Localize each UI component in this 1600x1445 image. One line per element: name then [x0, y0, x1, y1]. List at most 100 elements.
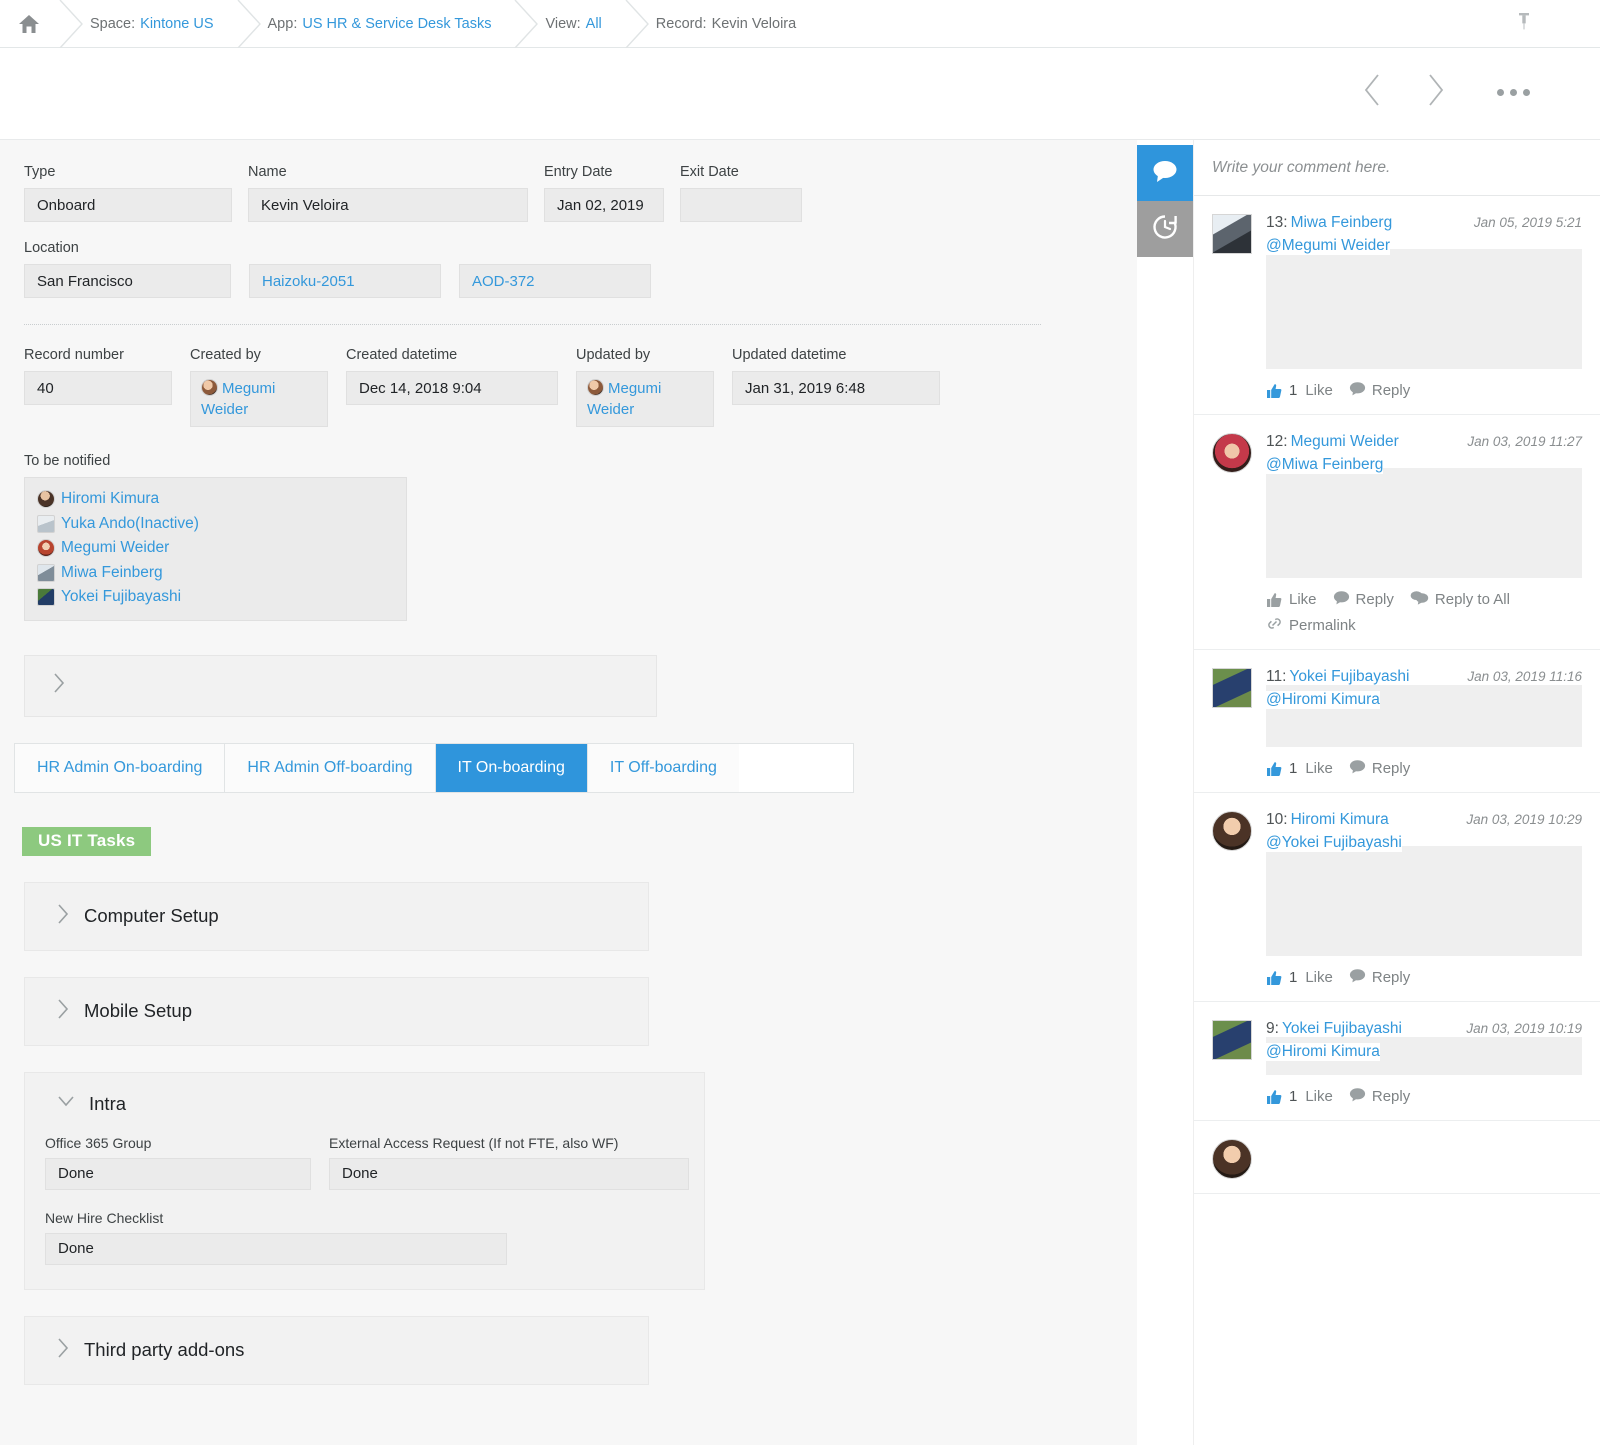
- group-computer-setup[interactable]: Computer Setup: [24, 882, 649, 951]
- tab-it-off-boarding[interactable]: IT Off-boarding: [588, 744, 739, 792]
- group-mobile-setup-header[interactable]: Mobile Setup: [25, 998, 648, 1025]
- comment-timestamp: Jan 03, 2019 10:29: [1466, 812, 1582, 827]
- notify-person-name[interactable]: Megumi Weider: [61, 536, 169, 561]
- avatar[interactable]: [1212, 214, 1252, 254]
- comment-body: 10:Hiromi Kimura Jan 03, 2019 10:29 @Yok…: [1266, 811, 1582, 987]
- tab-hr-admin-off-boarding[interactable]: HR Admin Off-boarding: [225, 744, 435, 792]
- group-mobile-setup[interactable]: Mobile Setup: [24, 977, 649, 1046]
- comment-body: 11:Yokei Fujibayashi Jan 03, 2019 11:16 …: [1266, 668, 1582, 778]
- comment-author-name[interactable]: Megumi Weider: [1291, 433, 1399, 450]
- notify-person-name[interactable]: Miwa Feinberg: [61, 561, 163, 586]
- field-exit-date: Exit Date: [680, 164, 802, 222]
- field-location-link-haizoku[interactable]: Haizoku-2051: [249, 264, 441, 298]
- field-name-value[interactable]: Kevin Veloira: [248, 188, 528, 222]
- ellipsis-icon: [1523, 89, 1530, 96]
- field-office365-group-value[interactable]: Done: [45, 1158, 311, 1190]
- list-item[interactable]: Megumi Weider: [37, 536, 394, 561]
- group-mobile-setup-title: Mobile Setup: [84, 1000, 192, 1022]
- reply-label[interactable]: Reply: [1356, 591, 1394, 608]
- reply-label[interactable]: Reply: [1372, 760, 1410, 777]
- avatar[interactable]: [1212, 668, 1252, 708]
- comment-mention[interactable]: @Megumi Weider: [1266, 237, 1390, 255]
- breadcrumb-item-space[interactable]: Space: Kintone US: [58, 0, 236, 47]
- tab-it-on-boarding[interactable]: IT On-boarding: [436, 744, 588, 792]
- meta-created-by: Created by Megumi Weider: [190, 347, 328, 427]
- comment-author-name[interactable]: Yokei Fujibayashi: [1282, 1020, 1402, 1037]
- reply-label[interactable]: Reply: [1372, 969, 1410, 986]
- breadcrumb-item-app[interactable]: App: US HR & Service Desk Tasks: [236, 0, 514, 47]
- comment-author-name[interactable]: Miwa Feinberg: [1291, 214, 1393, 231]
- avatar[interactable]: [1212, 811, 1252, 851]
- reply-to-all-button[interactable]: Reply to All: [1410, 590, 1510, 609]
- rail-history-button[interactable]: [1137, 201, 1193, 257]
- comment-mention[interactable]: @Hiromi Kimura: [1266, 1043, 1380, 1061]
- reply-button[interactable]: Reply: [1349, 1087, 1410, 1106]
- breadcrumb-view-value[interactable]: All: [586, 16, 602, 32]
- previous-record-button[interactable]: [1348, 68, 1396, 116]
- tab-hr-admin-on-boarding[interactable]: HR Admin On-boarding: [15, 744, 225, 792]
- comment-author-name[interactable]: Yokei Fujibayashi: [1289, 668, 1409, 685]
- meta-created-datetime: Created datetime Dec 14, 2018 9:04: [346, 347, 558, 405]
- reply-button[interactable]: Reply: [1349, 759, 1410, 778]
- comment-text-redacted: [1266, 468, 1582, 578]
- like-button[interactable]: Like: [1266, 591, 1317, 608]
- permalink-label[interactable]: Permalink: [1289, 617, 1356, 634]
- comment-mention[interactable]: @Hiromi Kimura: [1266, 691, 1380, 709]
- like-button[interactable]: 1 Like: [1266, 382, 1333, 399]
- permalink-button[interactable]: Permalink: [1266, 616, 1356, 635]
- field-location-value[interactable]: San Francisco: [24, 264, 231, 298]
- list-item[interactable]: Yuka Ando(Inactive): [37, 512, 394, 537]
- like-label[interactable]: Like: [1305, 760, 1333, 777]
- group-computer-setup-header[interactable]: Computer Setup: [25, 903, 648, 930]
- breadcrumb-app-value[interactable]: US HR & Service Desk Tasks: [302, 16, 491, 32]
- group-third-party-add-ons[interactable]: Third party add-ons: [24, 1316, 649, 1385]
- reply-label[interactable]: Reply: [1372, 1088, 1410, 1105]
- comment-author-name[interactable]: Hiromi Kimura: [1291, 811, 1389, 828]
- field-location-link-aod[interactable]: AOD-372: [459, 264, 651, 298]
- group-third-party-add-ons-header[interactable]: Third party add-ons: [25, 1337, 648, 1364]
- like-button[interactable]: 1 Like: [1266, 1088, 1333, 1105]
- avatar[interactable]: [1212, 1020, 1252, 1060]
- notify-person-name[interactable]: Yuka Ando(Inactive): [61, 512, 199, 537]
- next-record-button[interactable]: [1412, 68, 1460, 116]
- comment-item: 13:Miwa Feinberg Jan 05, 2019 5:21 @Megu…: [1194, 196, 1600, 415]
- field-external-access-request-value[interactable]: Done: [329, 1158, 689, 1190]
- breadcrumb-item-view[interactable]: View: All: [513, 0, 623, 47]
- avatar: [37, 539, 55, 557]
- collapsed-group-box[interactable]: [24, 655, 657, 717]
- reply-label[interactable]: Reply: [1372, 382, 1410, 399]
- reply-button[interactable]: Reply: [1349, 968, 1410, 987]
- list-item[interactable]: Hiromi Kimura: [37, 487, 394, 512]
- reply-button[interactable]: Reply: [1333, 590, 1394, 609]
- reply-to-all-label[interactable]: Reply to All: [1435, 591, 1510, 608]
- comment-mention[interactable]: @Yokei Fujibayashi: [1266, 834, 1402, 852]
- list-item[interactable]: Miwa Feinberg: [37, 561, 394, 586]
- like-button[interactable]: 1 Like: [1266, 760, 1333, 777]
- field-entry-date-value[interactable]: Jan 02, 2019: [544, 188, 664, 222]
- field-exit-date-value[interactable]: [680, 188, 802, 222]
- avatar[interactable]: [1212, 1139, 1252, 1179]
- like-label[interactable]: Like: [1305, 969, 1333, 986]
- more-options-button[interactable]: [1486, 68, 1540, 116]
- comment-header: 13:Miwa Feinberg Jan 05, 2019 5:21: [1266, 214, 1582, 232]
- field-new-hire-checklist-value[interactable]: Done: [45, 1233, 507, 1265]
- avatar: [587, 379, 604, 396]
- breadcrumb-space-value[interactable]: Kintone US: [140, 16, 213, 32]
- group-intra-header[interactable]: Intra: [25, 1093, 704, 1115]
- like-label[interactable]: Like: [1305, 382, 1333, 399]
- like-button[interactable]: 1 Like: [1266, 969, 1333, 986]
- notify-person-name[interactable]: Yokei Fujibayashi: [61, 585, 181, 610]
- avatar[interactable]: [1212, 433, 1252, 473]
- comment-timestamp: Jan 03, 2019 11:27: [1467, 434, 1582, 449]
- comment-mention[interactable]: @Miwa Feinberg: [1266, 456, 1383, 474]
- rail-comments-button[interactable]: [1137, 145, 1193, 201]
- list-item[interactable]: Yokei Fujibayashi: [37, 585, 394, 610]
- home-button[interactable]: [0, 0, 58, 47]
- field-type-value[interactable]: Onboard: [24, 188, 232, 222]
- reply-button[interactable]: Reply: [1349, 381, 1410, 400]
- notify-person-name[interactable]: Hiromi Kimura: [61, 487, 159, 512]
- pin-button[interactable]: [1510, 8, 1538, 38]
- like-label[interactable]: Like: [1289, 591, 1317, 608]
- comment-input[interactable]: Write your comment here.: [1194, 140, 1600, 196]
- like-label[interactable]: Like: [1305, 1088, 1333, 1105]
